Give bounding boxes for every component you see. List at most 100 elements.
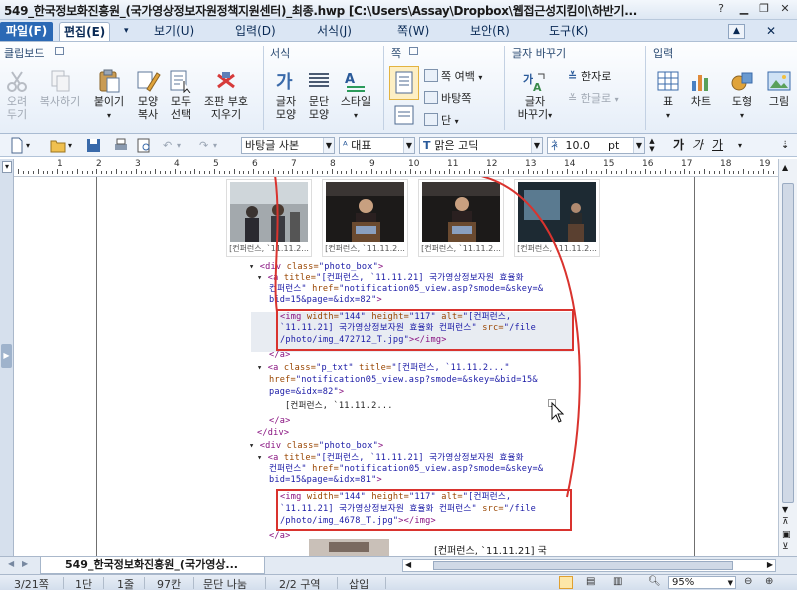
ruler-tick [277, 171, 279, 174]
underline-button[interactable]: 가 [712, 137, 723, 154]
minimize-button[interactable]: ▁ [735, 2, 753, 16]
italic-button[interactable]: 가 [692, 137, 703, 154]
open-folder-icon[interactable] [50, 137, 66, 154]
print-icon[interactable] [113, 137, 129, 154]
thumbnail-3: [컨퍼런스, `11.11.2... [418, 179, 504, 257]
font-select[interactable]: T 맑은 고딕 ▼ [419, 137, 543, 154]
normal-view-icon[interactable] [559, 576, 573, 589]
hangul-button[interactable]: ≚ 한글로 ▾ [568, 90, 619, 108]
ribbon-collapse-button[interactable]: ▲ [728, 24, 745, 39]
ribbon-close-icon[interactable]: ✕ [762, 22, 780, 41]
document-area[interactable]: [컨퍼런스, `11.11.2... [컨퍼런스, `11.11.2... [컨… [14, 177, 778, 556]
paste-button[interactable]: 붙이기 ▾ [90, 69, 128, 122]
ruler-tick [591, 171, 593, 174]
horizontal-scroll-thumb[interactable] [433, 561, 733, 570]
tab-prev-icon[interactable]: ◀ [8, 559, 14, 568]
columns-button[interactable]: 단 ▾ [424, 112, 459, 130]
ruler-tick [204, 171, 206, 174]
chevron-down-icon[interactable]: ▾ [738, 137, 742, 154]
picture-button[interactable]: 그림 [762, 69, 796, 108]
ruler-tick [439, 171, 441, 174]
menu-tools[interactable]: 도구(K) [545, 22, 592, 41]
change-char-button[interactable]: 가A 글자 바꾸기▾ [513, 69, 557, 122]
chevron-down-icon[interactable]: ▾ [213, 137, 217, 154]
page-margin-button[interactable]: 쪽 여백 ▾ [424, 68, 482, 86]
draft-view-icon[interactable]: ▥ [613, 576, 622, 587]
hanja-button[interactable]: ≚ 한자로 [568, 68, 611, 86]
style-button[interactable]: A 스타일 ▾ [337, 69, 375, 122]
zoom-icon[interactable]: 🔍︎ [648, 576, 661, 587]
menu-view[interactable]: 보기(U) [150, 22, 198, 41]
zoom-in-button[interactable]: ⊕ [765, 576, 773, 587]
new-document-icon[interactable] [10, 137, 24, 154]
scroll-right-icon[interactable]: ▶ [767, 560, 773, 569]
font-size-input[interactable]: 衤 10.0 pt ▼ [547, 137, 645, 154]
menu-security[interactable]: 보안(R) [466, 22, 514, 41]
select-all-button[interactable]: 모두 선택 [166, 69, 196, 121]
chevron-down-icon[interactable]: ▾ [26, 137, 30, 154]
zoom-select[interactable]: 95% ▼ [668, 576, 736, 589]
clear-format-button[interactable]: 조판 부호 지우기 [199, 69, 253, 121]
tab-document[interactable]: 549_한국정보화진흥원_(국가영상... [40, 557, 265, 574]
menu-format[interactable]: 서식(J) [313, 22, 356, 41]
cut-button[interactable]: 오려 두기 [2, 69, 32, 121]
scroll-down-icon[interactable]: ▼ [782, 505, 788, 514]
chevron-down-icon: ▼ [323, 138, 334, 153]
web-view-icon[interactable]: ▤ [586, 576, 595, 587]
background-page-button[interactable]: 바탕쪽 [424, 90, 471, 108]
vertical-scrollbar[interactable]: ▲ ▼ ⊼ ▣ ⊻ [778, 159, 797, 556]
scroll-up-icon[interactable]: ▲ [782, 163, 788, 172]
maximize-button[interactable]: ❐ [755, 2, 773, 16]
ruler-toggle-icon[interactable]: ▾ [2, 161, 12, 173]
collapse-arrow-icon[interactable]: ▾ [257, 453, 268, 463]
group-expand-icon[interactable] [409, 47, 418, 55]
menu-edit[interactable]: 편집(E) [59, 22, 111, 41]
para-shape-button[interactable]: 문단 모양 [303, 69, 335, 121]
table-button[interactable]: 표 ▾ [653, 69, 683, 122]
tab-next-icon[interactable]: ▶ [22, 559, 28, 568]
menu-file[interactable]: 파일(F) [0, 22, 54, 41]
help-icon[interactable]: ? [712, 2, 730, 16]
style-dropdown-icon[interactable]: ▾ [354, 111, 358, 120]
collapse-arrow-icon[interactable]: ▾ [257, 363, 268, 373]
chevron-down-icon[interactable]: ▾ [120, 22, 133, 41]
menu-input[interactable]: 입력(D) [231, 22, 280, 41]
copy-button[interactable]: 복사하기 [34, 69, 86, 108]
group-expand-icon[interactable] [55, 47, 64, 55]
paste-dropdown-icon[interactable]: ▾ [107, 111, 111, 120]
language-select-value: 대표 [351, 139, 372, 152]
copy-style-button[interactable]: 모양 복사 [132, 69, 164, 121]
close-button[interactable]: ✕ [776, 2, 794, 16]
chevron-down-icon[interactable]: ▾ [68, 137, 72, 154]
zoom-out-button[interactable]: ⊖ [744, 576, 752, 587]
collapse-arrow-icon[interactable]: ▾ [249, 262, 260, 272]
font-size-stepper[interactable]: ▲ ▼ [647, 137, 657, 154]
language-select[interactable]: ᴬ 대표 ▼ [339, 137, 415, 154]
scroll-left-icon[interactable]: ◀ [405, 560, 411, 569]
style-select[interactable]: 바탕글 사본 ▼ [241, 137, 335, 154]
toolbar-options-icon[interactable]: ⇣ [781, 137, 789, 154]
collapse-arrow-icon[interactable]: ▾ [257, 273, 268, 283]
horizontal-scrollbar[interactable]: ◀ ▶ [402, 559, 776, 572]
horizontal-ruler[interactable]: 1 2 3 4 5 6 7 8 9 10 11 12 13 14 15 16 17 18 19 [14, 159, 778, 177]
prev-page-icon[interactable]: ⊼ [782, 517, 789, 527]
collapse-arrow-icon[interactable]: ▾ [249, 441, 260, 451]
menu-page[interactable]: 쪽(W) [393, 22, 433, 41]
page-marker-icon[interactable]: ▣ [782, 530, 791, 540]
scroll-thumb[interactable] [782, 183, 794, 503]
char-shape-button[interactable]: 가 글자 모양 [270, 69, 302, 121]
chart-button[interactable]: 차트 [686, 69, 716, 108]
undo-icon[interactable]: ↶ [163, 137, 172, 154]
next-page-icon[interactable]: ⊻ [782, 542, 789, 552]
save-icon[interactable] [86, 137, 101, 154]
bold-button[interactable]: 가 [673, 137, 684, 154]
page-setup-button[interactable] [389, 66, 419, 100]
document-page[interactable]: [컨퍼런스, `11.11.2... [컨퍼런스, `11.11.2... [컨… [96, 177, 695, 556]
chevron-down-icon[interactable]: ▾ [177, 137, 181, 154]
shape-button[interactable]: 도형 ▾ [726, 69, 758, 122]
redo-icon[interactable]: ↷ [199, 137, 208, 154]
page-layout-button[interactable] [389, 104, 419, 130]
ruler-tick [664, 169, 666, 174]
print-preview-icon[interactable] [136, 137, 152, 154]
side-panel-expand-icon[interactable]: ▶ [1, 344, 12, 368]
